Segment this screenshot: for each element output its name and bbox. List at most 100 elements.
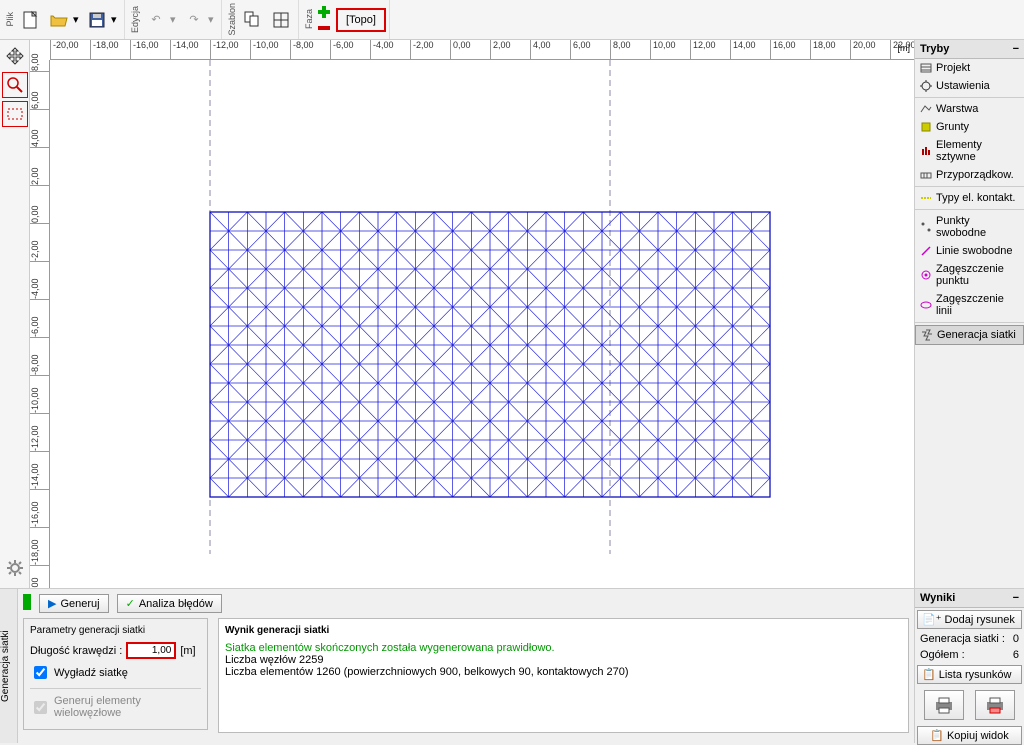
undo-button[interactable]: ↶ — [142, 6, 170, 34]
mode-item-zag-szczenie-punktu[interactable]: Zagęszczenie punktu — [915, 260, 1024, 290]
vertical-ruler: 8,006,004,002,000,00-2,00-4,00-6,00-8,00… — [30, 60, 50, 588]
mode-item-zag-szczenie-linii[interactable]: Zagęszczenie linii — [915, 290, 1024, 320]
ruler-tick: 2,00 — [490, 40, 511, 60]
ruler-tick: -6,00 — [330, 40, 354, 60]
phase-add-button[interactable] — [316, 4, 332, 20]
open-file-button[interactable] — [45, 6, 73, 34]
ruler-tick: -20,00 — [50, 40, 79, 60]
canvas-wrap: [m] -20,00-18,00-16,00-14,00-12,00-10,00… — [30, 40, 914, 588]
mode-icon — [920, 62, 932, 74]
multinode-label: Generuj elementy wielowęzłowe — [54, 695, 201, 719]
mode-icon — [920, 145, 932, 157]
modes-header: Tryby− — [915, 40, 1024, 59]
mode-label: Typy el. kontakt. — [936, 192, 1015, 204]
gen-count-value: 0 — [1013, 633, 1019, 645]
mode-label: Elementy sztywne — [936, 139, 1019, 163]
mode-icon — [921, 329, 933, 341]
ruler-tick: 0,00 — [450, 40, 471, 60]
multinode-checkbox — [34, 701, 47, 714]
drawing-canvas[interactable] — [50, 60, 914, 588]
ruler-tick: -8,00 — [30, 364, 50, 376]
settings-gear-button[interactable] — [3, 556, 27, 580]
template-button[interactable] — [239, 6, 267, 34]
mode-item-generacja-siatki[interactable]: Generacja siatki — [915, 325, 1024, 345]
mode-icon — [920, 121, 932, 133]
copy-view-button[interactable]: 📋Kopiuj widok — [917, 726, 1022, 745]
topo-button[interactable]: [Topo] — [336, 8, 386, 32]
gen-count-label: Generacja siatki : — [920, 633, 1005, 645]
generate-button[interactable]: ▶Generuj — [39, 594, 109, 613]
zoom-tool[interactable] — [2, 72, 28, 98]
mode-icon — [920, 221, 932, 233]
mode-icon — [920, 80, 932, 92]
file-menu-label: Plik — [3, 12, 17, 27]
horizontal-ruler: [m] -20,00-18,00-16,00-14,00-12,00-10,00… — [50, 40, 914, 60]
ruler-tick: -18,00 — [30, 554, 50, 566]
edit-menu-label: Edycja — [128, 6, 142, 33]
mode-item-przyporz-dkow-[interactable]: Przyporządkow. — [915, 166, 1024, 184]
smooth-mesh-checkbox[interactable] — [34, 666, 47, 679]
bottom-tab-label: Generacja siatki — [0, 589, 18, 743]
select-region-tool[interactable] — [2, 101, 28, 127]
mode-label: Ustawienia — [936, 80, 990, 92]
ruler-tick: -18,00 — [90, 40, 119, 60]
mode-label: Linie swobodne — [936, 245, 1012, 257]
redo-button[interactable]: ↷ — [180, 6, 208, 34]
mode-label: Generacja siatki — [937, 329, 1016, 341]
ruler-tick: 2,00 — [30, 174, 50, 186]
print-color-button[interactable] — [975, 690, 1015, 720]
ruler-tick: 6,00 — [570, 40, 591, 60]
bottom-panel: Generacja siatki ▶Generuj ✓Analiza błędó… — [0, 588, 914, 743]
ruler-tick: -10,00 — [250, 40, 279, 60]
mode-icon — [920, 269, 932, 281]
ruler-tick: 18,00 — [810, 40, 836, 60]
ruler-tick: -10,00 — [30, 402, 50, 414]
mode-label: Zagęszczenie punktu — [936, 263, 1019, 287]
ruler-tick: -16,00 — [30, 516, 50, 528]
mode-item-ustawienia[interactable]: Ustawienia — [915, 77, 1024, 95]
mode-item-grunty[interactable]: Grunty — [915, 118, 1024, 136]
ruler-tick: -14,00 — [30, 478, 50, 490]
ruler-tick: -4,00 — [30, 288, 50, 300]
mode-item-projekt[interactable]: Projekt — [915, 59, 1024, 77]
params-title: Parametry generacji siatki — [30, 625, 201, 636]
ruler-tick: 12,00 — [690, 40, 716, 60]
drawing-list-button[interactable]: 📋Lista rysunków — [917, 665, 1022, 684]
ruler-tick: 16,00 — [770, 40, 796, 60]
results-success-msg: Siatka elementów skończonych została wyg… — [225, 642, 902, 654]
mode-icon — [920, 245, 932, 257]
edge-length-unit: [m] — [180, 645, 195, 657]
results-panel: Wyniki− 📄⁺Dodaj rysunek Generacja siatki… — [914, 588, 1024, 743]
template-copy-button[interactable] — [267, 6, 295, 34]
add-drawing-button[interactable]: 📄⁺Dodaj rysunek — [917, 610, 1022, 629]
minimize-icon[interactable]: − — [1013, 592, 1019, 604]
mode-item-elementy-sztywne[interactable]: Elementy sztywne — [915, 136, 1024, 166]
mesh-results-box: Wynik generacji siatki Siatka elementów … — [218, 618, 909, 733]
mode-icon — [920, 103, 932, 115]
mode-label: Grunty — [936, 121, 969, 133]
mode-icon — [920, 169, 932, 181]
mode-icon — [920, 192, 932, 204]
mode-item-punkty-swobodne[interactable]: Punkty swobodne — [915, 212, 1024, 242]
phase-remove-button[interactable] — [316, 20, 332, 36]
ruler-tick: 20,00 — [850, 40, 876, 60]
analyze-errors-button[interactable]: ✓Analiza błędów — [117, 594, 222, 613]
ruler-tick: -2,00 — [410, 40, 434, 60]
minimize-icon[interactable]: − — [1013, 43, 1019, 55]
ruler-tick: -6,00 — [30, 326, 50, 338]
mode-item-typy-el-kontakt-[interactable]: Typy el. kontakt. — [915, 189, 1024, 207]
total-count-value: 6 — [1013, 649, 1019, 661]
edge-length-input[interactable] — [126, 642, 176, 659]
mode-item-warstwa[interactable]: Warstwa — [915, 100, 1024, 118]
move-tool[interactable] — [2, 43, 28, 69]
print-button[interactable] — [924, 690, 964, 720]
save-file-button[interactable] — [83, 6, 111, 34]
ruler-tick: 22,00 — [890, 40, 916, 60]
mesh-params-box: Parametry generacji siatki Długość krawę… — [23, 618, 208, 730]
ruler-tick: 10,00 — [650, 40, 676, 60]
ruler-tick: 8,00 — [610, 40, 631, 60]
new-file-button[interactable] — [17, 6, 45, 34]
ruler-tick: -2,00 — [30, 250, 50, 262]
mode-item-linie-swobodne[interactable]: Linie swobodne — [915, 242, 1024, 260]
mode-label: Punkty swobodne — [936, 215, 1019, 239]
